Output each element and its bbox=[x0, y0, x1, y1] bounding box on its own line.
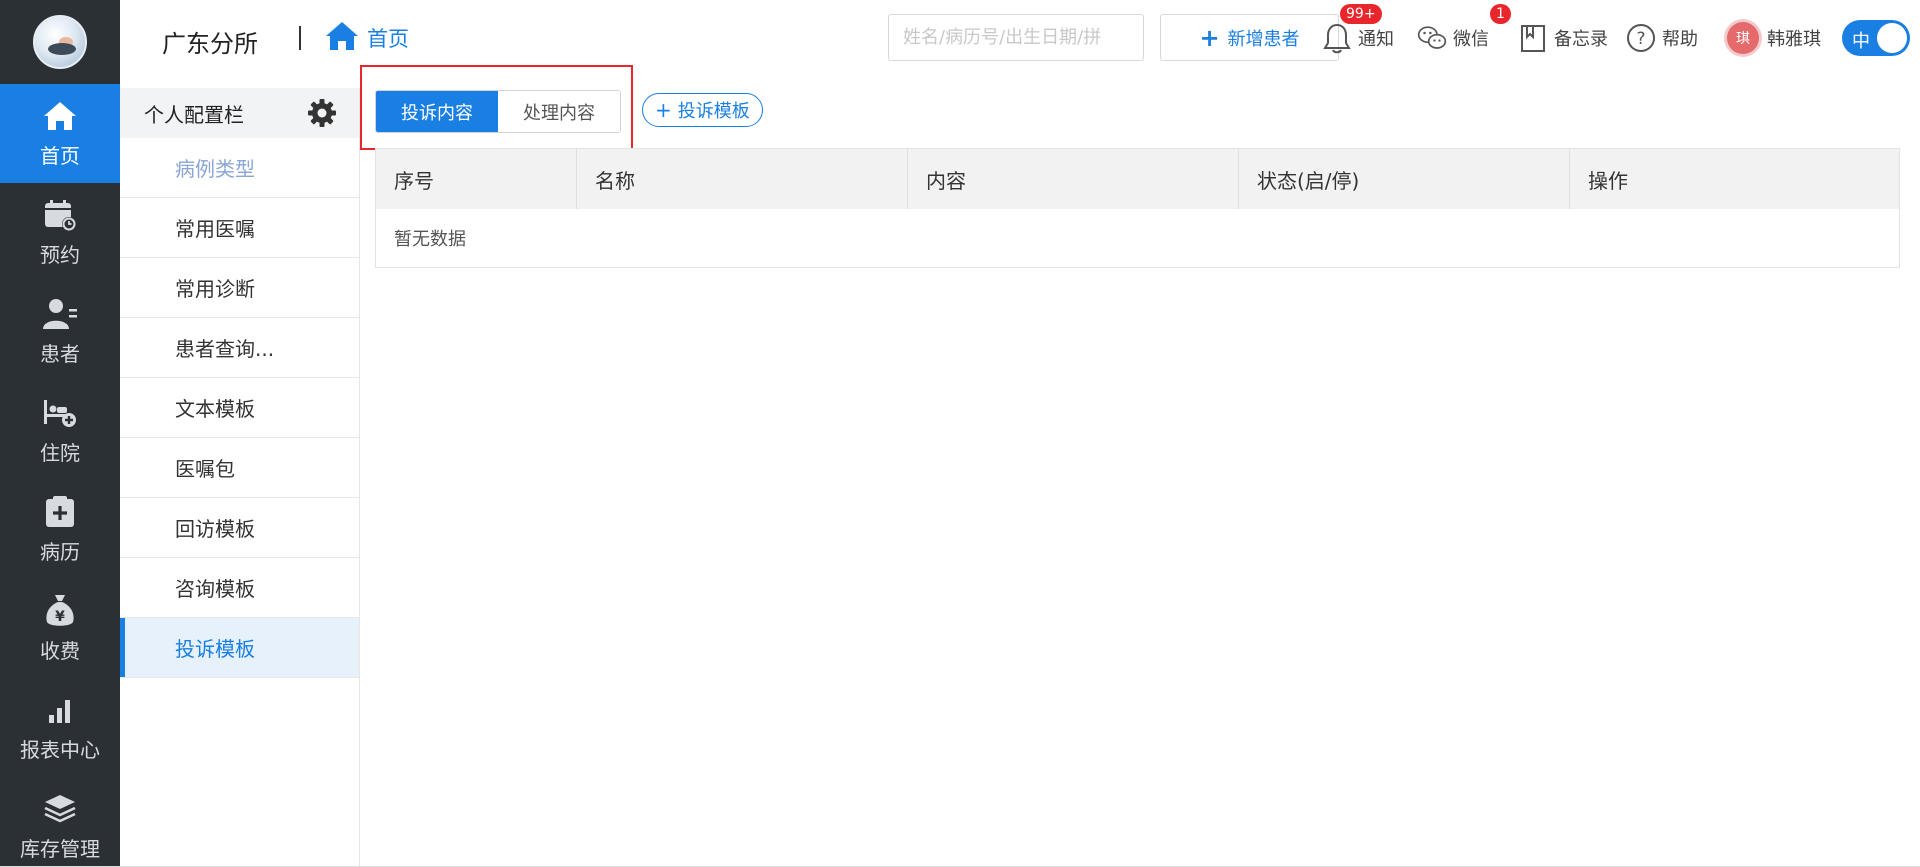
add-patient-label: 新增患者 bbox=[1227, 28, 1300, 50]
toggle-knob bbox=[1877, 23, 1907, 53]
notification-button[interactable]: 通知 99+ bbox=[1322, 4, 1394, 56]
header-divider bbox=[299, 26, 301, 50]
table-header: 序号 名称 内容 状态(启/停) 操作 bbox=[376, 149, 1899, 209]
tab-complaint-content[interactable]: 投诉内容 bbox=[376, 91, 498, 132]
wechat-count-badge: 1 bbox=[1490, 4, 1511, 24]
clinic-avatar[interactable] bbox=[33, 15, 87, 69]
config-title: 个人配置栏 bbox=[144, 102, 244, 127]
personal-config-sidebar: 个人配置栏 病例类型 常用医嘱 常用诊断 患者查询... 文本模板 医嘱包 回访… bbox=[120, 88, 360, 867]
bar-chart-icon bbox=[42, 692, 78, 728]
patient-icon bbox=[42, 296, 78, 332]
add-patient-button[interactable]: + 新增患者 bbox=[1160, 14, 1339, 61]
calendar-icon bbox=[42, 197, 78, 233]
memo-button[interactable]: 备忘录 bbox=[1518, 20, 1608, 56]
main-content: 投诉内容 处理内容 + 投诉模板 序号 名称 内容 状态(启/停) 操作 暂无数… bbox=[360, 65, 1920, 867]
config-item-common-orders[interactable]: 常用医嘱 bbox=[120, 198, 359, 258]
tab-handling-content[interactable]: 处理内容 bbox=[498, 91, 620, 132]
content-tabs: 投诉内容 处理内容 bbox=[375, 90, 621, 133]
notification-count-badge: 99+ bbox=[1340, 4, 1382, 24]
breadcrumb-home-label: 首页 bbox=[367, 27, 409, 51]
nav-item-home[interactable]: 首页 bbox=[0, 84, 120, 183]
wechat-label: 微信 bbox=[1453, 29, 1489, 50]
column-header-content: 内容 bbox=[908, 149, 1239, 209]
language-toggle-label: 中 bbox=[1852, 31, 1870, 52]
nav-item-medical-record[interactable]: 病历 bbox=[0, 480, 120, 579]
nav-label-inventory: 库存管理 bbox=[20, 837, 100, 861]
add-template-label: 投诉模板 bbox=[677, 101, 750, 122]
user-menu[interactable]: 琪 韩雅琪 bbox=[1727, 20, 1821, 56]
nav-label-reports: 报表中心 bbox=[20, 738, 100, 762]
nav-avatar-wrap bbox=[0, 0, 120, 84]
nav-item-patient[interactable]: 患者 bbox=[0, 282, 120, 381]
nav-label-appointment: 预约 bbox=[40, 243, 80, 267]
layers-icon bbox=[42, 791, 78, 827]
svg-text:¥: ¥ bbox=[55, 609, 65, 625]
complaint-template-table: 序号 名称 内容 状态(启/停) 操作 暂无数据 bbox=[375, 148, 1900, 268]
nav-item-appointment[interactable]: 预约 bbox=[0, 183, 120, 282]
nav-label-patient: 患者 bbox=[40, 342, 80, 366]
column-header-index: 序号 bbox=[376, 149, 577, 209]
nav-label-billing: 收费 bbox=[40, 639, 80, 663]
config-item-complaint-template[interactable]: 投诉模板 bbox=[120, 618, 359, 678]
help-icon: ? bbox=[1626, 23, 1656, 53]
config-item-followup-template[interactable]: 回访模板 bbox=[120, 498, 359, 558]
empty-state-text: 暂无数据 bbox=[394, 229, 466, 250]
column-header-name: 名称 bbox=[577, 149, 908, 209]
help-button[interactable]: ? 帮助 bbox=[1626, 20, 1698, 56]
money-bag-icon: ¥ bbox=[42, 593, 78, 629]
gear-icon[interactable] bbox=[307, 98, 337, 128]
config-item-consult-template[interactable]: 咨询模板 bbox=[120, 558, 359, 618]
help-label: 帮助 bbox=[1662, 29, 1698, 50]
home-icon bbox=[325, 20, 359, 56]
breadcrumb-home[interactable]: 首页 bbox=[325, 20, 409, 56]
left-nav-rail: 首页 预约 患者 住院 病历 ¥ 收费 报表中心 库存管理 bbox=[0, 0, 120, 867]
medical-record-icon bbox=[42, 494, 78, 530]
memo-label: 备忘录 bbox=[1554, 29, 1608, 50]
notebook-icon bbox=[1518, 23, 1548, 53]
wechat-button[interactable]: 微信 1 bbox=[1417, 4, 1511, 56]
hospital-bed-icon bbox=[42, 395, 78, 431]
column-header-status: 状态(启/停) bbox=[1239, 149, 1570, 209]
config-header: 个人配置栏 bbox=[120, 88, 359, 138]
nav-item-inpatient[interactable]: 住院 bbox=[0, 381, 120, 480]
nav-label-home: 首页 bbox=[40, 144, 80, 168]
clinic-name[interactable]: 广东分所 bbox=[162, 24, 258, 59]
nav-item-inventory[interactable]: 库存管理 bbox=[0, 777, 120, 867]
config-item-order-package[interactable]: 医嘱包 bbox=[120, 438, 359, 498]
nav-label-medical-record: 病历 bbox=[40, 540, 80, 564]
svg-text:?: ? bbox=[1636, 29, 1645, 49]
user-avatar: 琪 bbox=[1727, 22, 1759, 54]
bell-icon bbox=[1322, 23, 1352, 54]
nav-label-inpatient: 住院 bbox=[40, 441, 80, 465]
config-item-case-type[interactable]: 病例类型 bbox=[120, 138, 359, 198]
home-icon bbox=[42, 98, 78, 134]
wechat-icon bbox=[1417, 23, 1447, 53]
patient-search-input[interactable] bbox=[888, 14, 1144, 61]
config-item-patient-query[interactable]: 患者查询... bbox=[120, 318, 359, 378]
nav-item-reports[interactable]: 报表中心 bbox=[0, 678, 120, 777]
notification-label: 通知 bbox=[1358, 29, 1394, 50]
plus-icon: + bbox=[1199, 23, 1220, 52]
config-item-common-diagnosis[interactable]: 常用诊断 bbox=[120, 258, 359, 318]
column-header-actions: 操作 bbox=[1588, 168, 1628, 193]
user-name: 韩雅琪 bbox=[1767, 29, 1821, 50]
language-toggle[interactable]: 中 bbox=[1842, 20, 1910, 56]
add-complaint-template-button[interactable]: + 投诉模板 bbox=[642, 93, 763, 127]
nav-item-billing[interactable]: ¥ 收费 bbox=[0, 579, 120, 678]
plus-icon: + bbox=[655, 98, 672, 122]
config-item-text-template[interactable]: 文本模板 bbox=[120, 378, 359, 438]
